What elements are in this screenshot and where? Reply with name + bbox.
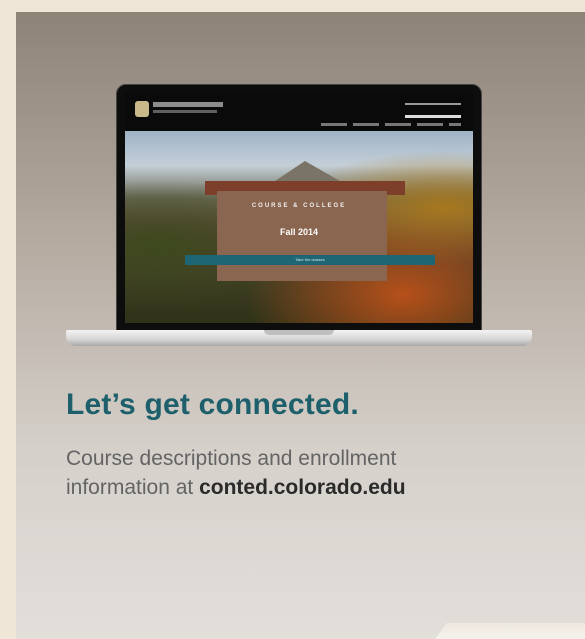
website-header <box>125 93 473 131</box>
corner-decoration <box>435 623 585 639</box>
website-url-link[interactable]: conted.colorado.edu <box>199 476 406 499</box>
promo-card: COURSE & COLLEGE Fall 2014 Take the clas… <box>16 12 585 639</box>
website-search-box <box>405 103 461 118</box>
website-logo-text <box>153 102 223 107</box>
website-hero-image: COURSE & COLLEGE Fall 2014 Take the clas… <box>125 131 473 323</box>
hero-title: COURSE & COLLEGE <box>251 203 347 209</box>
body-line-1: Course descriptions and enrollment <box>66 447 397 470</box>
university-logo-icon <box>135 101 149 117</box>
hero-subtitle: Fall 2014 <box>279 227 319 237</box>
hero-cta-button: Take the classes <box>185 255 435 265</box>
body-text: Course descriptions and enrollment infor… <box>66 444 546 502</box>
laptop-screen: COURSE & COLLEGE Fall 2014 Take the clas… <box>125 93 473 323</box>
laptop-screen-frame: COURSE & COLLEGE Fall 2014 Take the clas… <box>116 84 482 332</box>
headline: Let’s get connected. <box>66 388 359 421</box>
body-line-2-prefix: information at <box>66 476 200 499</box>
website-nav <box>321 123 461 126</box>
website-logo-subtext <box>153 110 217 113</box>
laptop-notch <box>264 330 334 335</box>
laptop-illustration: COURSE & COLLEGE Fall 2014 Take the clas… <box>66 84 532 354</box>
